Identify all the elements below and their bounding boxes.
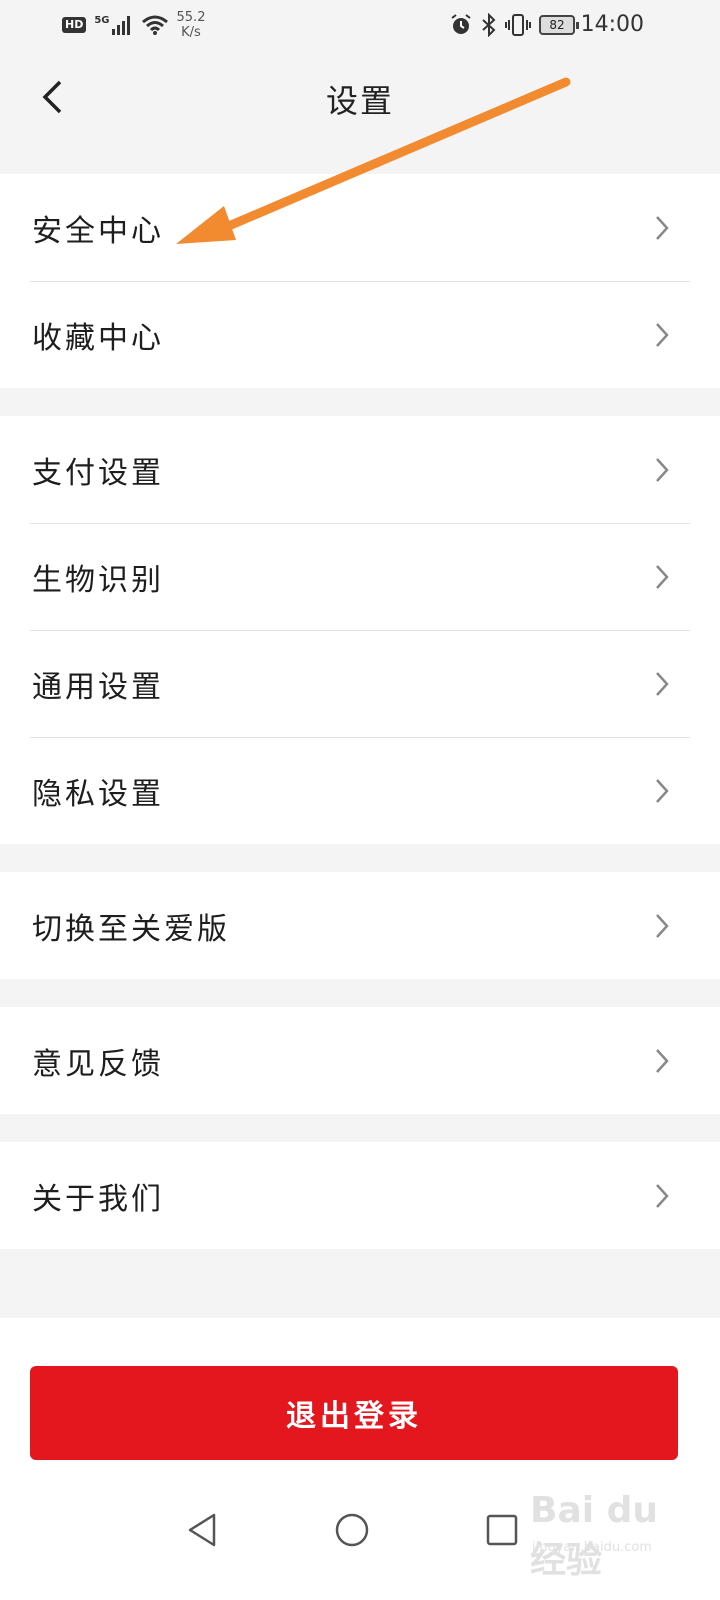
item-switch-care-mode[interactable]: 切换至关爱版 [0, 872, 720, 979]
item-privacy-settings[interactable]: 隐私设置 [0, 737, 720, 844]
net-speed: 55.2 K/s [177, 10, 206, 40]
alarm-icon [451, 14, 471, 34]
wifi-icon [141, 15, 168, 35]
net-speed-value: 55.2 [176, 10, 206, 25]
circle-home-icon [335, 1513, 369, 1547]
settings-group-3: 切换至关爱版 [0, 872, 720, 979]
signal-group: 5G [94, 15, 132, 35]
net-speed-unit: K/s [181, 25, 201, 40]
item-label: 关于我们 [32, 1181, 164, 1217]
item-feedback[interactable]: 意见反馈 [0, 1007, 720, 1114]
item-about-us[interactable]: 关于我们 [0, 1142, 720, 1249]
header: 设置 [0, 50, 720, 145]
chevron-right-icon [656, 322, 669, 347]
chevron-right-icon [656, 671, 669, 696]
chevron-right-icon [656, 215, 669, 240]
item-favorites-center[interactable]: 收藏中心 [0, 281, 720, 388]
nav-back-button[interactable] [180, 1508, 224, 1552]
battery-icon: 82 [539, 15, 579, 35]
item-label: 切换至关爱版 [32, 911, 230, 947]
clock: 14:00 [580, 12, 644, 37]
settings-group-2: 支付设置 生物识别 通用设置 隐私设置 [0, 416, 720, 844]
chevron-right-icon [656, 1048, 669, 1073]
settings-group-4: 意见反馈 [0, 1007, 720, 1114]
item-payment-settings[interactable]: 支付设置 [0, 416, 720, 523]
watermark: Bai du 经验 jingyan.baidu.com [530, 1490, 680, 1581]
item-general-settings[interactable]: 通用设置 [0, 630, 720, 737]
item-security-center[interactable]: 安全中心 [0, 174, 720, 281]
item-label: 生物识别 [32, 562, 164, 598]
page-title: 设置 [325, 82, 394, 120]
status-right: 82 [449, 10, 579, 40]
settings-group-5: 关于我们 [0, 1142, 720, 1249]
chevron-right-icon [656, 913, 669, 938]
vibrate-icon [505, 14, 531, 36]
status-bar: HD 5G 55.2 K/s 82 14:00 [0, 0, 720, 50]
signal-icon [111, 16, 130, 35]
chevron-right-icon [656, 778, 669, 803]
item-biometrics[interactable]: 生物识别 [0, 523, 720, 630]
chevron-right-icon [656, 1183, 669, 1208]
nav-recent-button[interactable] [480, 1508, 524, 1552]
watermark-sub: jingyan.baidu.com [532, 1540, 652, 1555]
network-type: 5G [94, 15, 110, 26]
item-label: 隐私设置 [32, 776, 164, 812]
item-label: 收藏中心 [32, 320, 164, 356]
chevron-right-icon [656, 457, 669, 482]
bluetooth-icon [482, 13, 496, 37]
chevron-right-icon [656, 564, 669, 589]
item-label: 安全中心 [32, 213, 164, 249]
nav-home-button[interactable] [330, 1508, 374, 1552]
item-label: 支付设置 [32, 455, 164, 491]
status-left: HD 5G 55.2 K/s [62, 10, 205, 40]
settings-group-1: 安全中心 收藏中心 [0, 174, 720, 388]
item-label: 通用设置 [32, 669, 164, 705]
item-label: 意见反馈 [32, 1046, 164, 1082]
triangle-back-icon [188, 1513, 216, 1547]
hd-badge: HD [62, 17, 87, 33]
square-recent-icon [486, 1514, 518, 1546]
logout-button[interactable]: 退出登录 [30, 1366, 678, 1460]
